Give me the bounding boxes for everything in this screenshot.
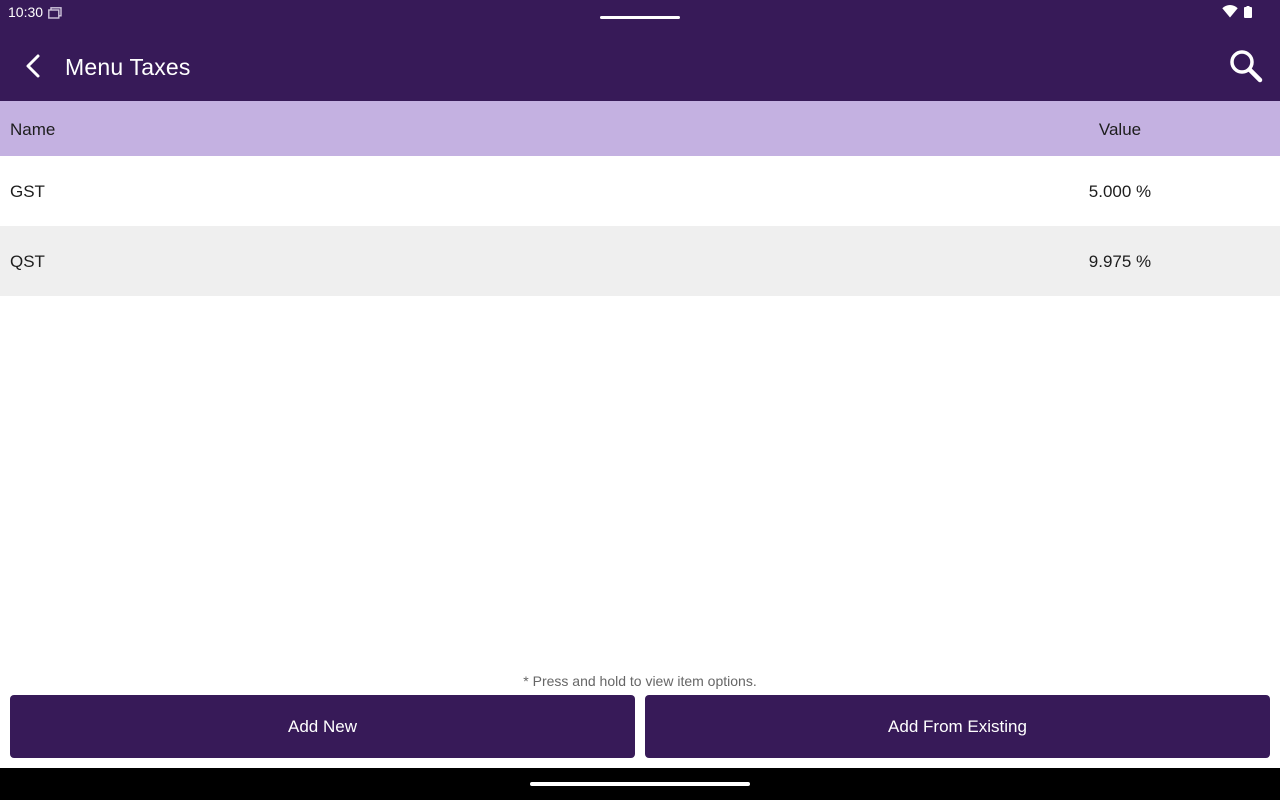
chevron-left-icon — [23, 53, 43, 84]
column-header-name: Name — [10, 120, 56, 139]
row-value: 5.000 % — [1088, 182, 1152, 201]
add-from-existing-button[interactable]: Add From Existing — [645, 695, 1270, 758]
add-new-button[interactable]: Add New — [10, 695, 635, 758]
row-name: QST — [10, 252, 45, 271]
system-nav-bar — [0, 768, 1280, 800]
battery-icon — [1244, 5, 1252, 18]
page-title: Menu Taxes — [65, 54, 191, 80]
status-time: 10:30 — [8, 4, 44, 20]
status-bar: 10:30 — [0, 0, 1280, 36]
table-body: GST 5.000 % QST 9.975 % — [0, 156, 1280, 296]
home-gesture-handle[interactable] — [530, 782, 750, 786]
app-bar: Menu Taxes — [0, 36, 1280, 101]
app-root: 10:30 Menu Taxes Name Value GST 5.000 % … — [0, 0, 1280, 800]
table-row[interactable]: GST 5.000 % — [0, 156, 1280, 226]
search-button[interactable] — [1224, 48, 1268, 88]
table-row[interactable]: QST 9.975 % — [0, 226, 1280, 296]
wifi-icon — [1222, 5, 1238, 18]
top-handle — [600, 16, 680, 19]
hint-text: * Press and hold to view item options. — [523, 673, 757, 689]
column-header-value: Value — [1098, 120, 1142, 139]
row-name: GST — [10, 182, 45, 201]
row-value: 9.975 % — [1088, 252, 1152, 271]
back-button[interactable] — [14, 48, 52, 88]
screen-icon — [48, 6, 62, 19]
search-icon — [1228, 48, 1264, 89]
table-header: Name Value — [0, 101, 1280, 156]
